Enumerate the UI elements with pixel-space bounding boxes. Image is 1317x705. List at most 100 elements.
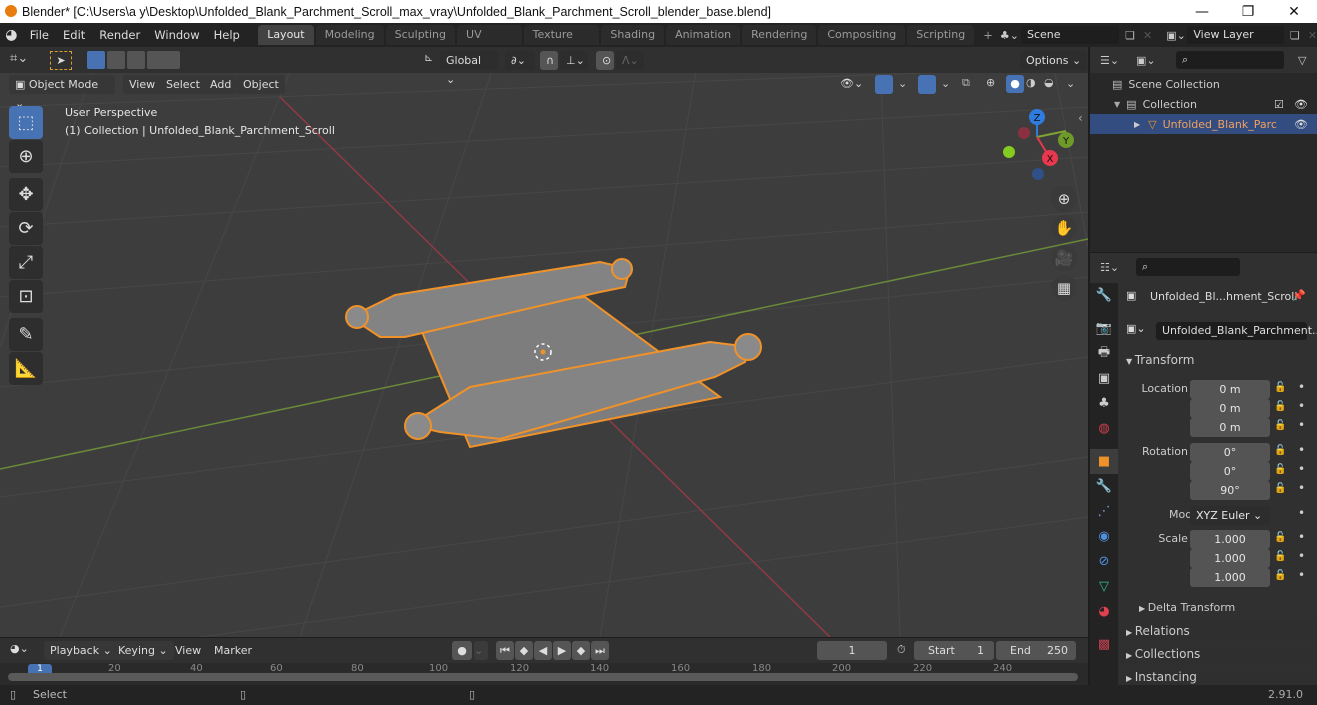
view-layer-selector[interactable]: View Layer — [1187, 26, 1284, 44]
tab-compositing[interactable]: Compositing — [818, 25, 906, 45]
pan-hand-icon[interactable]: ✋ — [1051, 215, 1077, 241]
select-intersect-mode-icon[interactable] — [162, 51, 180, 69]
expand-arrow-icon[interactable]: ▼ — [1114, 100, 1120, 109]
auto-keying-toggle-icon[interactable]: ● — [452, 641, 472, 660]
scale-z-field[interactable]: 1.000 — [1190, 568, 1270, 587]
prev-keyframe-icon[interactable]: ◆ — [515, 641, 533, 660]
lock-icon[interactable]: 🔓 — [1274, 382, 1286, 393]
output-tab-icon[interactable]: 🖶 — [1090, 341, 1118, 366]
scene-selector[interactable]: Scene — [1020, 26, 1120, 44]
rotate-tool-icon[interactable]: ⟳ — [9, 212, 43, 245]
exclude-checkbox[interactable]: ☑ — [1274, 98, 1284, 111]
tab-sculpting[interactable]: Sculpting — [385, 25, 456, 45]
texture-tab-icon[interactable]: ▩ — [1090, 632, 1118, 657]
copy-scene-icon[interactable]: ❏ — [1125, 29, 1135, 42]
preview-range-icon[interactable]: ⏱ — [897, 643, 906, 657]
overlay-dropdown[interactable]: ⌄ — [941, 77, 950, 90]
scale-y-field[interactable]: 1.000 — [1190, 549, 1270, 568]
lock-icon[interactable]: 🔓 — [1274, 532, 1286, 543]
data-tab-icon[interactable]: ▽ — [1090, 574, 1118, 599]
select-subtract-mode-icon[interactable] — [127, 51, 145, 69]
relations-panel-header[interactable]: ▶ Relations — [1118, 620, 1317, 642]
expand-arrow-icon[interactable]: ▶ — [1134, 120, 1140, 129]
filter-layer-dropdown[interactable]: ▣⌄ — [1136, 54, 1166, 67]
menu-help[interactable]: Help — [207, 23, 247, 47]
physics-tab-icon[interactable]: ◉ — [1090, 524, 1118, 549]
delete-scene-icon[interactable]: ✕ — [1143, 29, 1152, 42]
add-workspace-button[interactable]: + — [976, 23, 1000, 47]
menu-edit[interactable]: Edit — [56, 23, 92, 47]
snap-target-dropdown[interactable]: ⊥⌄ — [560, 51, 588, 70]
scroll-object[interactable] — [345, 258, 762, 449]
move-tool-icon[interactable]: ✥ — [9, 178, 43, 211]
keyframe-dot[interactable]: • — [1298, 462, 1305, 476]
menu-object[interactable]: Object — [237, 75, 285, 94]
scale-tool-icon[interactable]: ⤢ — [9, 246, 43, 279]
transform-panel-header[interactable]: ▼ Transform — [1126, 353, 1194, 367]
location-y-field[interactable]: 0 m — [1190, 399, 1270, 418]
properties-editor-type-icon[interactable]: ☷⌄ — [1100, 261, 1130, 274]
keyframe-dot[interactable]: • — [1298, 481, 1305, 495]
visibility-dropdown[interactable]: 👁⌄ — [840, 77, 863, 90]
cursor-tool-icon[interactable]: ⊕ — [9, 140, 43, 173]
keyframe-dot[interactable]: • — [1298, 549, 1305, 563]
proportional-editing-icon[interactable]: ⊙ — [596, 51, 614, 70]
gizmo-neg-z[interactable] — [1032, 168, 1044, 180]
current-frame-field[interactable]: 1 — [817, 641, 887, 660]
select-tool-icon[interactable]: ➤ — [50, 51, 72, 70]
select-extend-mode-icon[interactable] — [107, 51, 125, 69]
scene-icon[interactable]: ♣⌄ — [1000, 29, 1021, 42]
outliner-item-collection[interactable]: ▼ ▤ Collection ☑ 👁 — [1090, 94, 1317, 114]
keyframe-dot[interactable]: • — [1298, 506, 1305, 520]
close-button[interactable]: ✕ — [1271, 0, 1317, 23]
menu-add[interactable]: Add — [204, 75, 238, 94]
keyframe-dot[interactable]: • — [1298, 443, 1305, 457]
annotate-tool-icon[interactable]: ✎ — [9, 318, 43, 351]
menu-window[interactable]: Window — [147, 23, 206, 47]
filter-icon[interactable]: ▽ — [1298, 54, 1306, 67]
collapse-sidebar-icon[interactable]: ‹ — [1078, 111, 1083, 125]
timeline-menu-view[interactable]: View — [175, 644, 201, 657]
delta-transform-subpanel[interactable]: ▶ Delta Transform — [1139, 601, 1235, 614]
solid-shading-icon[interactable]: ● — [1006, 75, 1024, 93]
options-dropdown[interactable]: Options ⌄ — [1020, 51, 1088, 70]
tab-scripting[interactable]: Scripting — [907, 25, 975, 45]
delete-view-layer-icon[interactable]: ✕ — [1308, 29, 1317, 42]
shading-dropdown[interactable]: ⌄ — [1066, 77, 1075, 90]
gizmo-toggle-icon[interactable] — [875, 75, 893, 94]
properties-search-input[interactable]: ⌕ — [1136, 258, 1240, 276]
world-tab-icon[interactable]: ◍ — [1090, 416, 1118, 441]
snap-toggle-icon[interactable]: ∩ — [540, 51, 558, 70]
next-keyframe-icon[interactable]: ◆ — [572, 641, 590, 660]
tab-modeling[interactable]: Modeling — [315, 25, 384, 45]
view-layer-tab-icon[interactable]: ▣ — [1090, 366, 1118, 391]
keyframe-dot[interactable]: • — [1298, 418, 1305, 432]
tool-tab-icon[interactable]: 🔧 — [1090, 283, 1118, 308]
lock-icon[interactable]: 🔓 — [1274, 570, 1286, 581]
lock-icon[interactable]: 🔓 — [1274, 483, 1286, 494]
outliner-search-input[interactable]: ⌕ — [1176, 51, 1284, 69]
lock-icon[interactable]: 🔓 — [1274, 551, 1286, 562]
tab-uv-editing[interactable]: UV Editing — [457, 25, 522, 61]
keyframe-dot[interactable]: • — [1298, 530, 1305, 544]
lock-icon[interactable]: 🔓 — [1274, 445, 1286, 456]
keyframe-dot[interactable]: • — [1298, 399, 1305, 413]
tab-layout[interactable]: Layout — [258, 25, 314, 45]
modifier-tab-icon[interactable]: 🔧 — [1090, 474, 1118, 499]
keying-dropdown-arrow[interactable]: ⌄ — [474, 641, 488, 660]
blender-menu-icon[interactable]: ◕ — [0, 27, 23, 43]
select-new-mode-icon[interactable] — [87, 51, 105, 69]
tab-animation[interactable]: Animation — [666, 25, 741, 45]
wireframe-shading-icon[interactable]: ⊕ — [986, 76, 995, 89]
display-mode-dropdown[interactable]: ☰⌄ — [1100, 54, 1130, 67]
mode-dropdown[interactable]: ▣ Object Mode ⌄ — [9, 75, 115, 110]
visibility-eye-icon[interactable]: 👁 — [1294, 118, 1308, 131]
keyframe-dot[interactable]: • — [1298, 380, 1305, 394]
scene-tab-icon[interactable]: ♣ — [1090, 391, 1118, 416]
playback-dropdown[interactable]: Playback ⌄ — [44, 641, 118, 660]
overlay-toggle-icon[interactable] — [918, 75, 936, 94]
collections-panel-header[interactable]: ▶ Collections — [1118, 643, 1317, 665]
select-box-tool-icon[interactable]: ⬚ — [9, 106, 43, 139]
render-tab-icon[interactable]: 📷 — [1090, 316, 1118, 341]
timeline-scrollbar[interactable] — [8, 673, 1078, 681]
